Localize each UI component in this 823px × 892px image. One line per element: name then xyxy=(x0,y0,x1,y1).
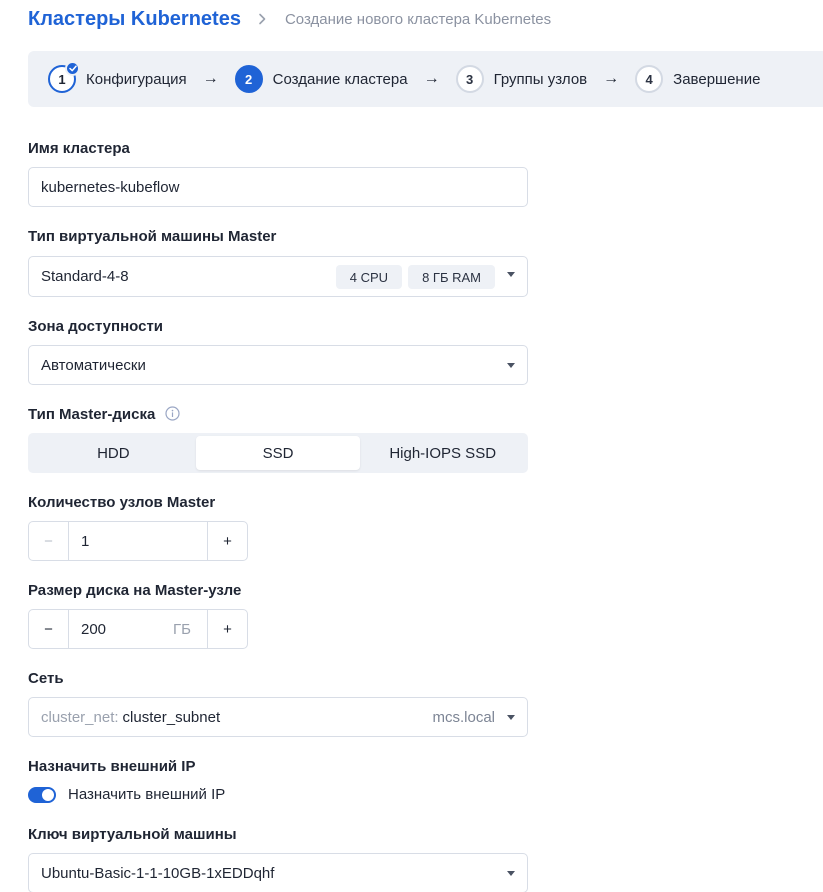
wizard-stepper: 1 Конфигурация → 2 Создание кластера → 3… xyxy=(28,51,823,107)
external-ip-label: Назначить внешний IP xyxy=(28,758,196,775)
step-configuration[interactable]: 1 Конфигурация xyxy=(48,61,187,93)
step-number: 1 xyxy=(48,61,80,93)
step-node-groups[interactable]: 3 Группы узлов xyxy=(455,65,588,93)
cluster-name-label: Имя кластера xyxy=(28,140,130,157)
ram-badge: 8 ГБ RAM xyxy=(408,265,495,289)
disk-size-input[interactable]: 200 ГБ xyxy=(68,610,208,648)
zone-select[interactable]: Автоматически xyxy=(28,345,528,385)
disk-type-ssd[interactable]: SSD xyxy=(195,436,361,470)
step-finish[interactable]: 4 Завершение xyxy=(635,65,760,93)
master-vm-type-value: Standard-4-8 xyxy=(41,268,129,285)
cluster-name-input[interactable]: kubernetes-kubeflow xyxy=(28,167,528,207)
increment-button[interactable]: + xyxy=(208,522,247,560)
toggle-knob xyxy=(42,788,54,801)
cluster-name-value: kubernetes-kubeflow xyxy=(41,178,180,196)
master-count-input[interactable]: 1 xyxy=(68,522,208,560)
info-icon[interactable] xyxy=(165,406,180,421)
vm-key-value: Ubuntu-Basic-1-1-10GB-1xEDDqhf xyxy=(41,864,275,882)
step-number: 3 xyxy=(455,65,484,93)
breadcrumb-current: Создание нового кластера Kubernetes xyxy=(284,10,552,28)
caret-down-icon xyxy=(507,871,515,876)
network-label: Сеть xyxy=(28,670,64,687)
network-domain: mcs.local xyxy=(432,708,495,726)
disk-type-hdd[interactable]: HDD xyxy=(31,436,196,470)
step-label: Завершение xyxy=(673,70,761,88)
arrow-right-icon: → xyxy=(603,70,620,87)
disk-type-label-text: Тип Master-диска xyxy=(28,406,156,423)
page-title[interactable]: Кластеры Kubernetes xyxy=(28,8,241,31)
master-vm-type-label: Тип виртуальной машины Master xyxy=(28,228,277,245)
external-ip-toggle[interactable] xyxy=(28,786,56,803)
external-ip-toggle-label[interactable]: Назначить внешний IP xyxy=(68,786,225,803)
step-number: 2 xyxy=(234,65,263,93)
step-label: Конфигурация xyxy=(86,70,187,88)
increment-button[interactable]: + xyxy=(208,610,247,648)
chevron-right-icon xyxy=(255,12,269,26)
master-vm-type-select[interactable]: Standard-4-8 4 CPU 8 ГБ RAM xyxy=(28,256,528,297)
disk-type-label: Тип Master-диска xyxy=(28,406,180,423)
step-number: 4 xyxy=(635,65,664,93)
zone-label: Зона доступности xyxy=(28,318,164,335)
step-number-text: 1 xyxy=(58,71,66,87)
network-value: cluster_subnet xyxy=(122,708,221,726)
arrow-right-icon: → xyxy=(202,70,219,87)
caret-down-icon xyxy=(507,363,515,368)
disk-size-value: 200 xyxy=(81,620,107,638)
external-ip-toggle-row: Назначить внешний IP xyxy=(28,786,225,803)
step-label: Группы узлов xyxy=(493,70,588,88)
network-select[interactable]: cluster_net: cluster_subnet mcs.local xyxy=(28,697,528,737)
caret-down-icon xyxy=(507,715,515,720)
step-label: Создание кластера xyxy=(272,70,408,88)
network-prefix: cluster_net: xyxy=(41,708,119,726)
arrow-right-icon: → xyxy=(423,70,440,87)
disk-size-label: Размер диска на Master-узле xyxy=(28,582,242,599)
disk-size-stepper: − 200 ГБ + xyxy=(28,609,248,649)
cpu-badge: 4 CPU xyxy=(335,265,403,289)
breadcrumb: Кластеры Kubernetes Создание нового клас… xyxy=(28,6,551,32)
caret-down-icon xyxy=(507,271,515,277)
decrement-button[interactable]: − xyxy=(29,610,68,648)
decrement-button[interactable]: − xyxy=(29,522,68,560)
master-count-value: 1 xyxy=(81,532,90,550)
vm-key-select[interactable]: Ubuntu-Basic-1-1-10GB-1xEDDqhf xyxy=(28,853,528,892)
vm-key-label: Ключ виртуальной машины xyxy=(28,826,237,843)
step-create-cluster[interactable]: 2 Создание кластера xyxy=(234,65,408,93)
zone-value: Автоматически xyxy=(41,356,146,374)
check-icon xyxy=(65,61,80,76)
master-count-label: Количество узлов Master xyxy=(28,494,216,511)
disk-size-unit: ГБ xyxy=(173,620,191,638)
disk-type-segmented: HDD SSD High-IOPS SSD xyxy=(28,433,528,473)
disk-type-high-iops-ssd[interactable]: High-IOPS SSD xyxy=(360,436,525,470)
master-count-stepper: − 1 + xyxy=(28,521,248,561)
